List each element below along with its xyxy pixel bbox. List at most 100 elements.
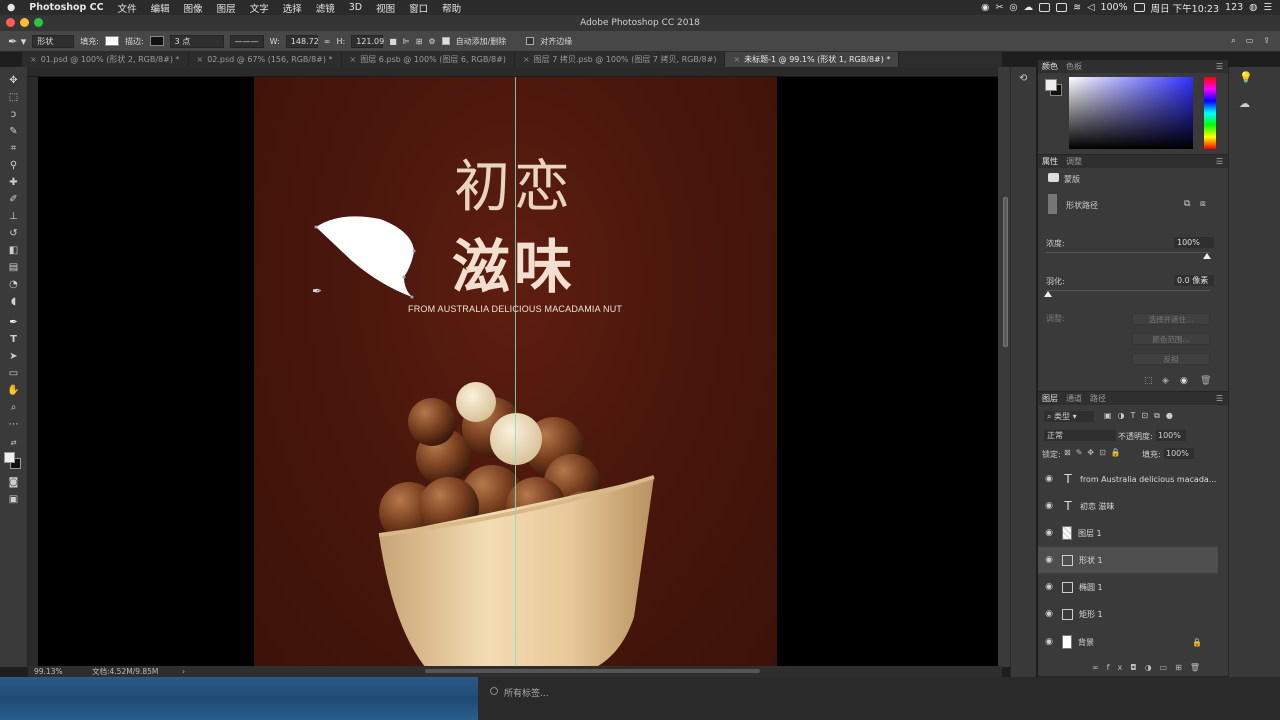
zoom-window-icon[interactable] — [34, 18, 43, 27]
hue-slider[interactable] — [1204, 77, 1216, 149]
add-mask-icon[interactable]: ⧉ — [1184, 199, 1190, 209]
layer-filter-icons[interactable]: ▣◑T⊡⧉● — [1104, 411, 1179, 421]
menu-view[interactable]: 视图 — [369, 1, 402, 15]
stamp-tool-icon[interactable]: ⊥ — [7, 211, 20, 223]
doc-tab[interactable]: × 01.psd @ 100% (形状 2, RGB/8#) * — [22, 52, 189, 67]
lock-icon[interactable]: 🔒 — [1192, 638, 1202, 647]
type-tool-icon[interactable]: T — [7, 334, 20, 346]
color-picker-field[interactable] — [1069, 77, 1193, 149]
vertical-ruler[interactable] — [28, 77, 38, 667]
select-and-mask-button[interactable]: 选择并遮住... — [1132, 313, 1210, 325]
layer-row[interactable]: ◉ 椭圆 1 — [1038, 574, 1218, 600]
disc-icon[interactable]: ◎ — [1009, 2, 1017, 13]
visibility-eye-icon[interactable]: ◉ — [1038, 609, 1060, 619]
tab-properties[interactable]: 属性 — [1042, 156, 1058, 167]
height-field[interactable]: 121.09 — [351, 34, 384, 48]
all-tags-link[interactable]: 所有标签... — [504, 686, 549, 699]
status-menu-arrow[interactable]: › — [182, 666, 185, 677]
apple-menu-icon[interactable]: ● — [0, 2, 22, 13]
path-align-icon[interactable]: ⊫ — [403, 37, 410, 46]
close-tab-icon[interactable]: × — [197, 55, 204, 64]
tab-paths[interactable]: 路径 — [1090, 393, 1106, 404]
lasso-tool-icon[interactable]: ↄ — [7, 109, 20, 121]
feather-slider[interactable] — [1046, 290, 1210, 291]
crop-tool-icon[interactable]: ⌗ — [7, 143, 20, 155]
align-edges-checkbox[interactable] — [526, 37, 535, 45]
quick-mask-icon[interactable]: ◙ — [7, 477, 20, 489]
link-icon[interactable]: ∞ — [324, 37, 331, 46]
link-layers-icon[interactable]: ∞ — [1092, 663, 1107, 672]
canvas-vertical-scrollbar[interactable] — [998, 67, 1010, 667]
foreground-color-swatch[interactable] — [4, 452, 15, 463]
menu-select[interactable]: 选择 — [276, 1, 309, 15]
more-tools-icon[interactable]: ⋯ — [7, 419, 20, 431]
feather-value[interactable]: 0.0 像素 — [1174, 275, 1214, 286]
close-tab-icon[interactable]: × — [523, 55, 530, 64]
apply-mask-icon[interactable]: ◈ — [1162, 376, 1169, 386]
new-group-icon[interactable]: ▭ — [1160, 663, 1176, 672]
blend-mode-select[interactable]: 正常 — [1044, 430, 1116, 441]
screen-icon[interactable] — [1056, 3, 1068, 12]
horizontal-ruler[interactable] — [28, 67, 1002, 77]
adjustment-layer-icon[interactable]: ◑ — [1145, 663, 1160, 672]
hand-tool-icon[interactable]: ✋ — [7, 385, 20, 397]
path-arrange-icon[interactable]: ⊞ — [416, 37, 423, 46]
path-select-tool-icon[interactable]: ➤ — [7, 351, 20, 363]
layer-row[interactable]: ◉ 矩形 1 — [1038, 601, 1218, 627]
eraser-tool-icon[interactable]: ◧ — [7, 245, 20, 257]
eyedropper-tool-icon[interactable]: ⚲ — [7, 160, 20, 172]
menu-window[interactable]: 窗口 — [402, 1, 435, 15]
fill-swatch[interactable] — [104, 36, 119, 46]
visibility-eye-icon[interactable]: ◉ — [1038, 501, 1060, 511]
close-tab-icon[interactable]: × — [30, 55, 37, 64]
scrollbar-thumb[interactable] — [1003, 197, 1008, 347]
visibility-eye-icon[interactable]: ◉ — [1038, 528, 1060, 538]
stroke-style-select[interactable]: ——— — [229, 34, 264, 48]
layer-row-selected[interactable]: ◉ 形状 1 — [1038, 547, 1218, 573]
healing-tool-icon[interactable]: ✚ — [7, 177, 20, 189]
clock[interactable]: 周日 下午10:23 — [1151, 1, 1219, 15]
menu-type[interactable]: 文字 — [243, 1, 276, 15]
layer-row[interactable]: ◉ 背景 🔒 — [1038, 629, 1218, 655]
density-slider[interactable] — [1046, 252, 1210, 253]
screen-mode-icon[interactable]: ▣ — [7, 494, 20, 506]
wifi-icon[interactable]: ≋ — [1073, 2, 1081, 13]
vector-mask-icon[interactable]: ⧈ — [1200, 199, 1206, 209]
minimize-window-icon[interactable] — [20, 18, 29, 27]
stroke-size-field[interactable]: 3 点 — [169, 34, 224, 48]
workspace-icon[interactable]: ▭ — [1246, 36, 1254, 46]
marquee-tool-icon[interactable]: ⬚ — [7, 92, 20, 104]
canvas-horizontal-scrollbar[interactable] — [425, 669, 760, 673]
layer-row[interactable]: ◉ T from Australia delicious macada... — [1038, 466, 1218, 492]
color-range-button[interactable]: 颜色范围... — [1132, 333, 1210, 345]
menu-3d[interactable]: 3D — [342, 2, 369, 13]
layer-row[interactable]: ◉ T 初恋 滋味 — [1038, 493, 1218, 519]
tab-adjustments[interactable]: 调整 — [1066, 156, 1082, 167]
volume-icon[interactable]: ◁ — [1087, 2, 1094, 13]
menu-filter[interactable]: 滤镜 — [309, 1, 342, 15]
dodge-tool-icon[interactable]: ◖ — [7, 296, 20, 308]
zoom-level[interactable]: 99.13% — [34, 666, 63, 677]
record-icon[interactable]: ◉ — [981, 2, 989, 13]
panel-menu-icon[interactable]: ☰ — [1216, 157, 1223, 166]
stroke-swatch[interactable] — [149, 36, 164, 46]
filter-kind-select[interactable]: ⌕ 类型 ▾ — [1044, 411, 1094, 422]
siri-icon[interactable]: ◍ — [1249, 2, 1257, 13]
new-layer-icon[interactable]: ⊞ — [1175, 663, 1190, 672]
app-menu[interactable]: Photoshop CC — [22, 2, 110, 13]
gradient-tool-icon[interactable]: ▤ — [7, 262, 20, 274]
doc-tab-active[interactable]: × 未标题-1 @ 99.1% (形状 1, RGB/8#) * — [725, 52, 900, 67]
pen-tool-icon[interactable]: ✒ — [7, 317, 20, 329]
gear-icon[interactable]: ⚙ — [428, 37, 435, 46]
layer-style-icon[interactable]: fx — [1107, 663, 1131, 672]
menu-layer[interactable]: 图层 — [210, 1, 243, 15]
headline-line-2[interactable]: 滋味 — [452, 220, 576, 304]
close-tab-icon[interactable]: × — [350, 55, 357, 64]
quick-select-tool-icon[interactable]: ✎ — [7, 126, 20, 138]
swap-colors-icon[interactable]: ⇄ — [7, 437, 20, 449]
move-tool-icon[interactable]: ✥ — [7, 75, 20, 87]
search-icon[interactable]: ⌕ — [1231, 36, 1235, 46]
tab-swatches[interactable]: 色板 — [1066, 61, 1082, 72]
pen-tool-preset-icon[interactable]: ✒ ▾ — [8, 35, 26, 48]
vertical-guide[interactable] — [515, 77, 516, 666]
